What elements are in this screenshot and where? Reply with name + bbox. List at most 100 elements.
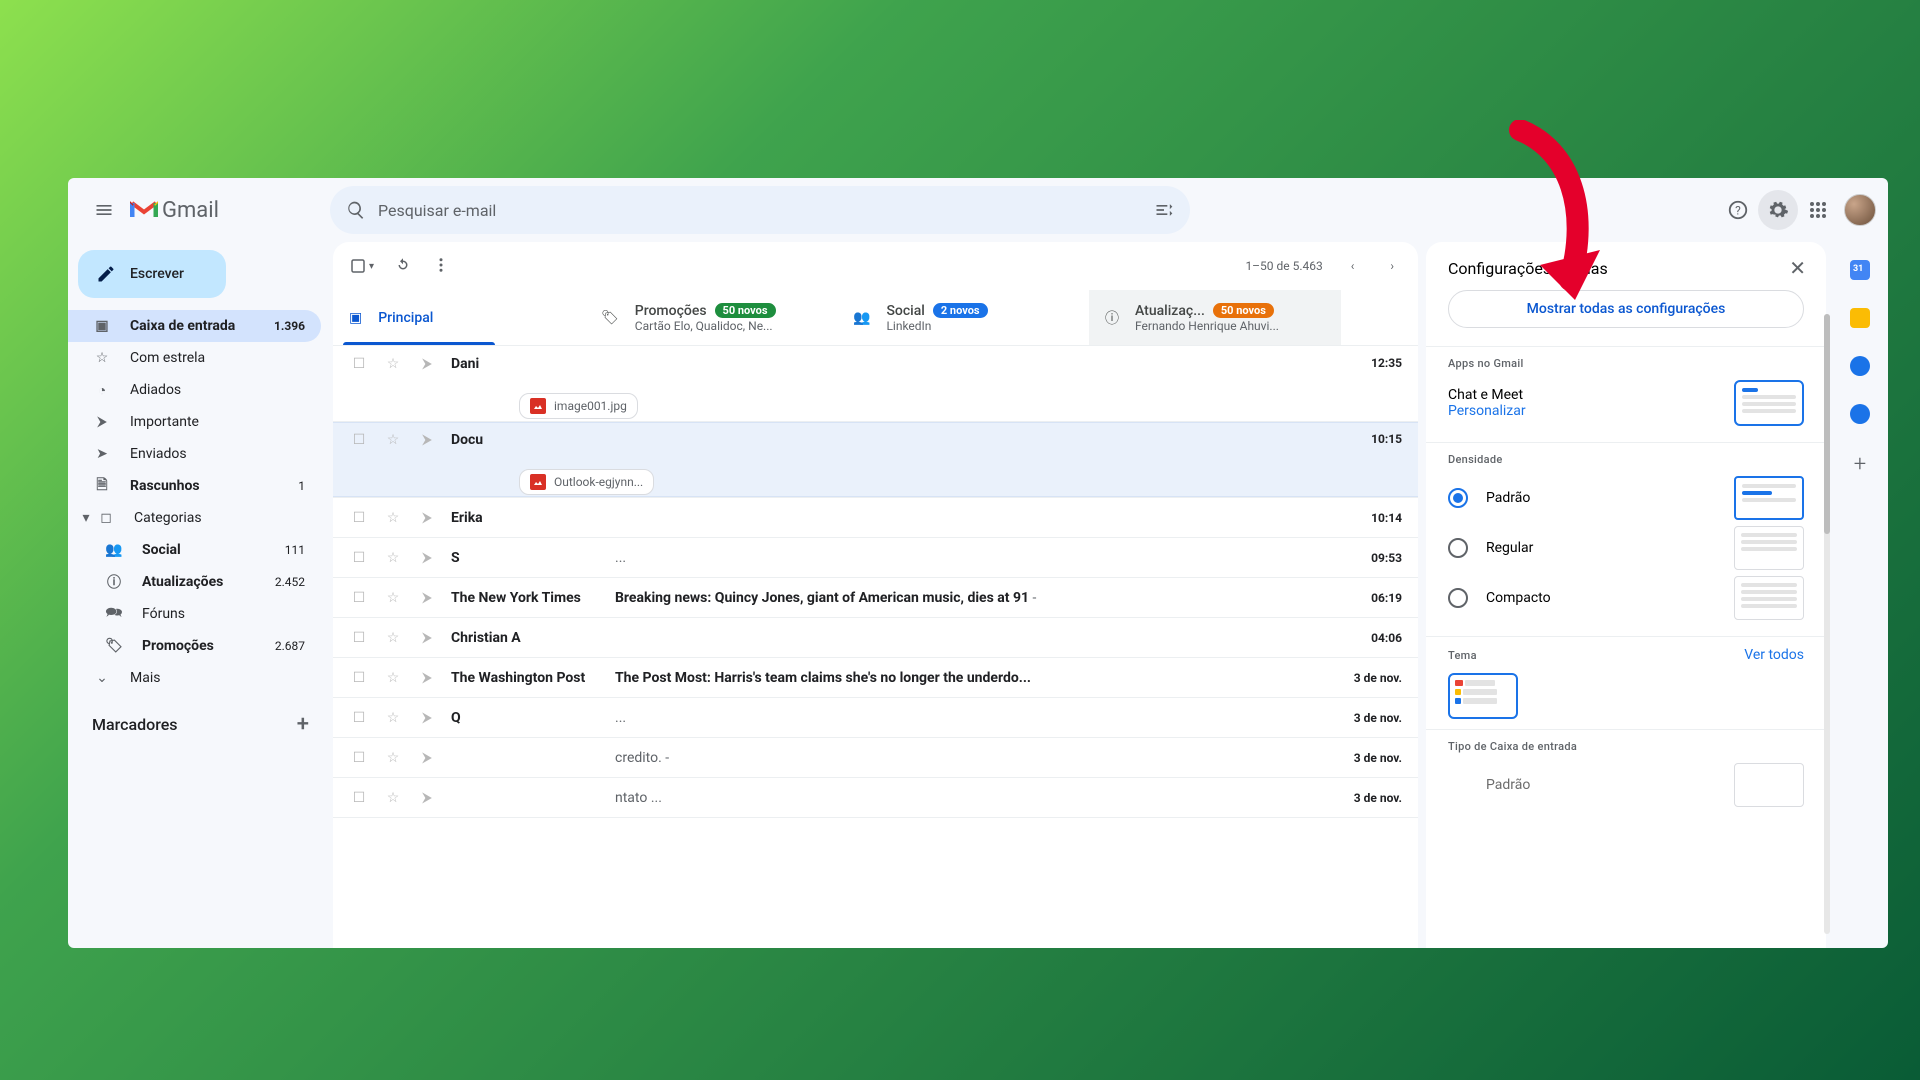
important-marker[interactable]: ⮞ (417, 710, 437, 726)
sidebar-item-promotions[interactable]: 🏷 Promoções 2.687 (68, 630, 321, 662)
important-marker[interactable]: ⮞ (417, 590, 437, 606)
inbox-icon: ▣ (92, 318, 112, 334)
inbox-type-section: Tipo de Caixa de entrada Padrão (1426, 729, 1826, 823)
more-vert-icon (432, 256, 450, 274)
email-row[interactable]: ☐ ☆ ⮞ Dani 12:35 image001.jpg (333, 346, 1418, 422)
current-theme-chip[interactable] (1448, 673, 1518, 719)
email-row[interactable]: ☐ ☆ ⮞ Q ... 3 de nov. (333, 698, 1418, 738)
prev-page-button[interactable]: ‹ (1343, 259, 1363, 273)
star-icon[interactable]: ☆ (383, 630, 403, 646)
customize-link[interactable]: Personalizar (1448, 403, 1526, 419)
gmail-logo[interactable]: Gmail (130, 198, 330, 223)
support-button[interactable]: ? (1718, 190, 1758, 230)
email-row[interactable]: ☐ ☆ ⮞ ntato ... 3 de nov. (333, 778, 1418, 818)
star-icon[interactable]: ☆ (383, 432, 403, 448)
sidebar-item-important[interactable]: ⮞ Importante (68, 406, 321, 438)
tasks-addon[interactable] (1850, 356, 1870, 376)
important-marker[interactable]: ⮞ (417, 670, 437, 686)
timestamp: 3 de nov. (1322, 711, 1402, 725)
important-marker[interactable]: ⮞ (417, 750, 437, 766)
star-icon[interactable]: ☆ (383, 550, 403, 566)
sender: Christian A (451, 630, 601, 646)
row-checkbox[interactable]: ☐ (349, 630, 369, 646)
see-all-themes-link[interactable]: Ver todos (1744, 647, 1804, 663)
star-icon[interactable]: ☆ (383, 790, 403, 806)
row-checkbox[interactable]: ☐ (349, 590, 369, 606)
row-checkbox[interactable]: ☐ (349, 670, 369, 686)
important-marker[interactable]: ⮞ (417, 432, 437, 448)
email-row[interactable]: ☐ ☆ ⮞ Erika 10:14 (333, 498, 1418, 538)
next-page-button[interactable]: › (1382, 259, 1402, 273)
get-addons-button[interactable]: + (1854, 452, 1866, 477)
info-icon: ⓘ (104, 572, 124, 592)
tab-social[interactable]: 👥 Social2 novos LinkedIn (837, 290, 1089, 345)
sidebar-item-social[interactable]: 👥 Social 111 (68, 534, 321, 566)
star-icon[interactable]: ☆ (383, 356, 403, 372)
radio-icon (1448, 488, 1468, 508)
email-row[interactable]: ☐ ☆ ⮞ Christian A 04:06 (333, 618, 1418, 658)
star-icon[interactable]: ☆ (383, 670, 403, 686)
inbox-type-default[interactable]: Padrão (1448, 777, 1530, 793)
compose-button[interactable]: Escrever (78, 250, 226, 298)
email-row[interactable]: ☐ ☆ ⮞ credito. - 3 de nov. (333, 738, 1418, 778)
row-checkbox[interactable]: ☐ (349, 356, 369, 372)
apps-thumb[interactable] (1734, 380, 1804, 426)
row-checkbox[interactable]: ☐ (349, 750, 369, 766)
sidebar-item-categories[interactable]: ▾ ◻ Categorias (68, 502, 321, 534)
star-icon[interactable]: ☆ (383, 590, 403, 606)
important-marker[interactable]: ⮞ (417, 630, 437, 646)
important-marker[interactable]: ⮞ (417, 356, 437, 372)
email-row[interactable]: ☐ ☆ ⮞ Docu 10:15 Outlook-egjynn... (333, 422, 1418, 498)
select-all-checkbox[interactable]: ▾ (349, 257, 374, 275)
add-label-button[interactable]: + (297, 712, 309, 737)
email-row[interactable]: ☐ ☆ ⮞ S ... 09:53 (333, 538, 1418, 578)
search-bar[interactable]: Pesquisar e-mail (330, 186, 1190, 234)
density-compact[interactable]: Compacto (1448, 588, 1551, 608)
attachment-chip[interactable]: image001.jpg (519, 393, 638, 419)
star-icon[interactable]: ☆ (383, 510, 403, 526)
email-row[interactable]: ☐ ☆ ⮞ The Washington Post The Post Most:… (333, 658, 1418, 698)
close-settings-button[interactable]: ✕ (1789, 256, 1806, 280)
header: Gmail Pesquisar e-mail ? (68, 178, 1888, 242)
sidebar-item-inbox[interactable]: ▣ Caixa de entrada 1.396 (68, 310, 321, 342)
density-comfortable[interactable]: Regular (1448, 538, 1533, 558)
settings-button[interactable] (1758, 190, 1798, 230)
email-row[interactable]: ☐ ☆ ⮞ The New York Times Breaking news: … (333, 578, 1418, 618)
tab-updates[interactable]: ⓘ Atualizaç...50 novos Fernando Henrique… (1089, 290, 1341, 345)
main-menu-button[interactable] (80, 186, 128, 234)
main-pane: ▾ 1–50 de 5.463 ‹ › ▣ Principal (333, 242, 1418, 948)
apps-button[interactable] (1798, 190, 1838, 230)
sidebar-item-updates[interactable]: ⓘ Atualizações 2.452 (68, 566, 321, 598)
density-default[interactable]: Padrão (1448, 488, 1530, 508)
sidebar-item-forums[interactable]: 🗪 Fóruns (68, 598, 321, 630)
refresh-button[interactable] (394, 256, 412, 277)
sidebar-item-drafts[interactable]: 🗎 Rascunhos 1 (68, 470, 321, 502)
row-checkbox[interactable]: ☐ (349, 710, 369, 726)
row-checkbox[interactable]: ☐ (349, 432, 369, 448)
side-rail: + (1832, 242, 1888, 948)
keep-addon[interactable] (1850, 308, 1870, 328)
show-all-settings-button[interactable]: Mostrar todas as configurações (1448, 290, 1804, 328)
row-checkbox[interactable]: ☐ (349, 510, 369, 526)
tag-icon: 🏷 (601, 310, 619, 326)
row-checkbox[interactable]: ☐ (349, 550, 369, 566)
star-icon[interactable]: ☆ (383, 710, 403, 726)
tab-promotions[interactable]: 🏷 Promoções50 novos Cartão Elo, Qualidoc… (585, 290, 837, 345)
important-marker[interactable]: ⮞ (417, 550, 437, 566)
tab-primary[interactable]: ▣ Principal (333, 290, 585, 345)
account-avatar[interactable] (1844, 194, 1876, 226)
settings-scrollbar[interactable] (1824, 314, 1830, 934)
attachment-chip[interactable]: Outlook-egjynn... (519, 469, 654, 495)
sidebar-item-more[interactable]: ⌄ Mais (68, 662, 321, 694)
calendar-addon[interactable] (1850, 260, 1870, 280)
contacts-addon[interactable] (1850, 404, 1870, 424)
row-checkbox[interactable]: ☐ (349, 790, 369, 806)
sidebar-item-starred[interactable]: ☆ Com estrela (68, 342, 321, 374)
more-button[interactable] (432, 256, 450, 277)
sidebar-item-sent[interactable]: ➤ Enviados (68, 438, 321, 470)
sidebar-item-snoozed[interactable]: ◔ Adiados (68, 374, 321, 406)
important-marker[interactable]: ⮞ (417, 510, 437, 526)
star-icon[interactable]: ☆ (383, 750, 403, 766)
important-marker[interactable]: ⮞ (417, 790, 437, 806)
search-options-icon[interactable] (1154, 200, 1174, 220)
